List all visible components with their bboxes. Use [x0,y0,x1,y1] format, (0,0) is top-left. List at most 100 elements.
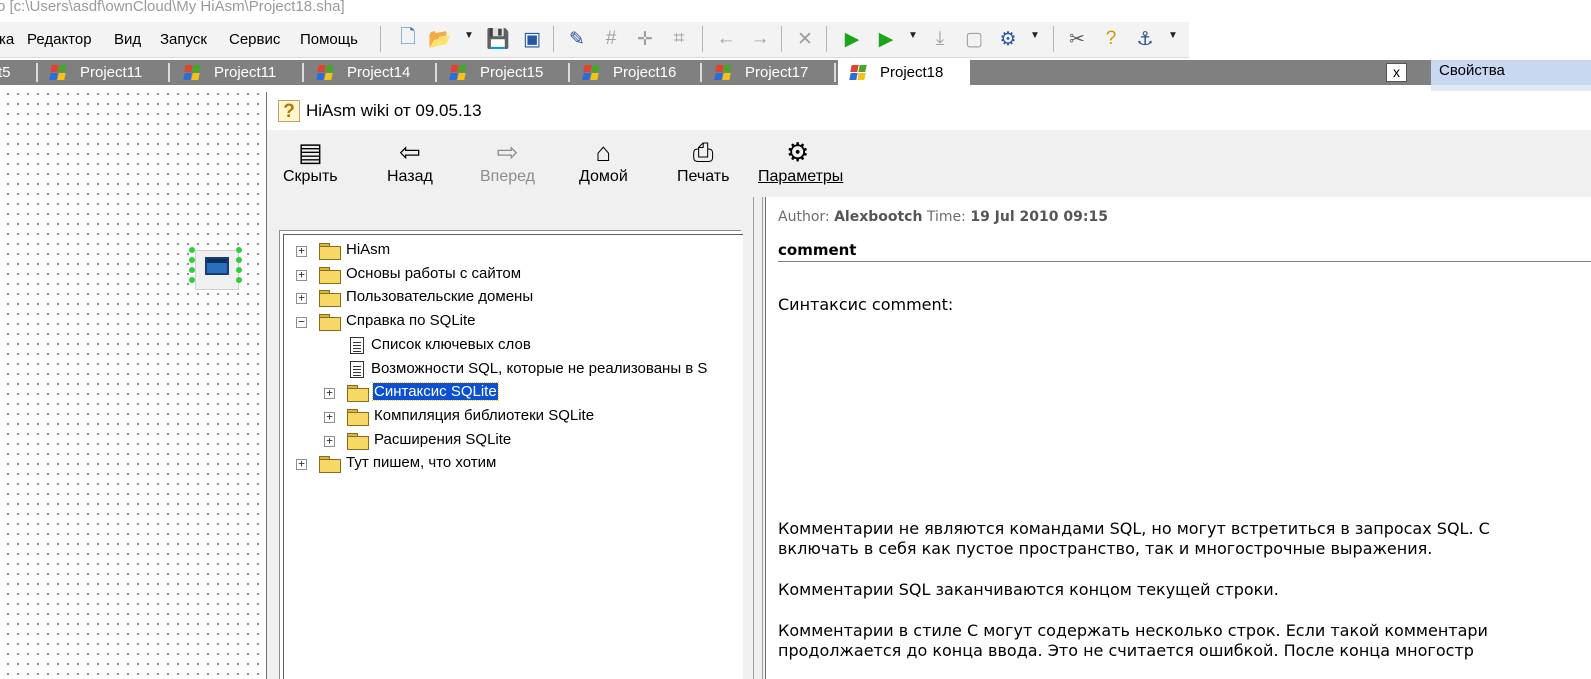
paragraph-2: Комментарии SQL заканчиваются концом тек… [778,580,1279,599]
menu-help[interactable]: Помощь [300,31,358,48]
tab-project15[interactable]: Project15 [446,60,543,85]
hide-button[interactable]: ▤ Скрыть [283,136,338,186]
menu-toolbar-row: ка Редактор Вид Запуск Сервис Помощь 🗋 📂… [0,20,1591,60]
arrow-left-icon[interactable]: ← [712,24,740,54]
help-icon[interactable]: ? [1097,24,1125,54]
post-time: 19 Jul 2010 09:15 [970,209,1108,225]
tab-project16[interactable]: Project16 [579,60,676,85]
windows-logo-icon [846,63,870,82]
tree-node[interactable]: + Синтаксис SQLite [284,382,742,404]
menu-view[interactable]: Вид [114,31,141,48]
tab-project11-a[interactable]: Project11 [46,60,142,85]
line-comment-token: -- [838,344,849,362]
toolbar-separator [702,26,703,52]
expand-icon[interactable]: + [296,269,307,281]
run-icon[interactable]: ▶ [838,24,866,54]
point-left-3[interactable] [189,267,195,273]
menu-editor[interactable]: Редактор [27,31,92,48]
home-button[interactable]: ⌂ Домой [579,136,628,186]
step-icon[interactable]: ⤓ [926,24,954,54]
point-right-4[interactable] [236,277,242,283]
form-component[interactable] [189,244,242,290]
expand-icon[interactable]: + [324,411,335,423]
forward-button-label: Вперед [480,168,536,185]
arrow-right-icon[interactable]: → [746,24,774,54]
open-folder-icon[interactable]: 📂 [426,24,454,54]
menu-file[interactable]: ка [0,31,14,48]
tree-node[interactable]: + Компиляция библиотеки SQLite [284,406,742,428]
back-button[interactable]: ⇦ Назад [387,136,433,186]
home-button-label: Домой [579,168,628,185]
tree-node-label: Пользовательские домены [346,288,534,306]
menu-run[interactable]: Запуск [160,31,207,48]
grid-icon[interactable]: # [597,24,625,54]
collapse-icon[interactable]: − [296,316,307,329]
point-right-3[interactable] [236,267,242,273]
pane-splitter[interactable] [753,197,763,679]
folder-icon [347,432,369,450]
tree-node[interactable]: Список ключевых слов [284,335,742,357]
tree-node[interactable]: − Справка по SQLite [284,311,742,333]
tree-node[interactable]: + Расширения SQLite [284,430,742,452]
tab-label: Project18 [880,64,944,81]
compile-icon[interactable]: ⚙ [994,24,1022,54]
properties-panel-header[interactable]: Свойства [1431,60,1591,85]
menu-service[interactable]: Сервис [229,31,280,48]
tab-project17[interactable]: Project17 [711,60,808,85]
edit-icon[interactable]: ✎ [563,24,591,54]
save-icon[interactable]: 💾 [484,24,512,54]
delete-icon[interactable]: ✕ [791,24,819,54]
design-canvas[interactable] [0,85,266,679]
tree-node[interactable]: Возможности SQL, которые не реализованы … [284,359,742,381]
tree-node[interactable]: + Пользовательские домены [284,287,742,309]
chevron-down-icon[interactable]: ▼ [464,30,474,41]
expand-icon[interactable]: + [324,435,335,447]
window-icon[interactable]: ▢ [960,24,988,54]
anchor-icon[interactable]: ⚓ [1131,24,1159,54]
topic-content-pane[interactable]: Author: Alexbootch Time: 19 Jul 2010 09:… [765,197,1591,679]
author-line: Author: Alexbootch Time: 19 Jul 2010 09:… [778,209,1108,225]
chevron-down-icon[interactable]: ▼ [1030,30,1040,41]
newline-node: newline [1255,344,1313,362]
tab-project14[interactable]: Project14 [313,60,410,85]
close-tab-button[interactable]: x [1386,63,1407,82]
point-right-1[interactable] [236,247,242,253]
point-left-4[interactable] [189,277,195,283]
anything-except-newline-node: anything-except-newline [950,377,1136,395]
contents-tree[interactable]: + HiAsm + Основы работы с сайтом + Пользовате… [283,234,743,679]
point-right-2[interactable] [236,257,242,263]
windows-logo-icon [46,63,70,82]
block-comment-end-token: */ [1210,423,1224,441]
tab-project11-b[interactable]: Project11 [180,60,276,85]
document-tab-bar: t5 Project11 Project11 Project14 Project… [0,60,1591,85]
tree-node[interactable]: + HiAsm [284,240,742,262]
new-file-icon[interactable]: 🗋 [394,24,422,54]
window-form-icon [205,257,229,275]
print-button[interactable]: ⎙ Печать [677,136,729,186]
tree-node[interactable]: + Основы работы с сайтом [284,264,742,286]
tree-node[interactable]: + Тут пишем, что хотим [284,453,742,475]
expand-icon[interactable]: + [296,458,307,471]
align-center-icon[interactable]: ✛ [631,24,659,54]
tab-project-partial[interactable]: t5 [0,60,11,85]
chevron-down-icon[interactable]: ▼ [1168,30,1178,41]
forward-button[interactable]: ⇨ Вперед [480,136,535,186]
expand-icon[interactable]: + [296,292,307,305]
end-of-input-node-2: end-of-input [1227,456,1319,474]
chevron-down-icon[interactable]: ▼ [908,30,918,41]
tab-project18[interactable]: Project18 [838,60,970,85]
save-all-icon[interactable]: ▣ [518,24,546,54]
fit-frame-icon[interactable]: ⌗ [665,24,693,54]
tab-separator [302,63,304,82]
point-left-2[interactable] [189,257,195,263]
point-left-1[interactable] [189,247,195,253]
tools-icon[interactable]: ✂ [1063,24,1091,54]
paragraph-1: Комментарии не являются командами SQL, н… [778,519,1490,538]
paragraph-3: Комментарии в стиле C могут содержать не… [778,621,1488,640]
expand-icon[interactable]: + [296,245,307,257]
run-debug-icon[interactable]: ▶ [872,24,900,54]
tree-node-label: Расширения SQLite [374,430,512,448]
options-button[interactable]: ⚙ Параметры [758,136,843,186]
expand-icon[interactable]: + [324,387,335,400]
anything-except-block-end-node: anything-except-*/ [962,454,1103,472]
